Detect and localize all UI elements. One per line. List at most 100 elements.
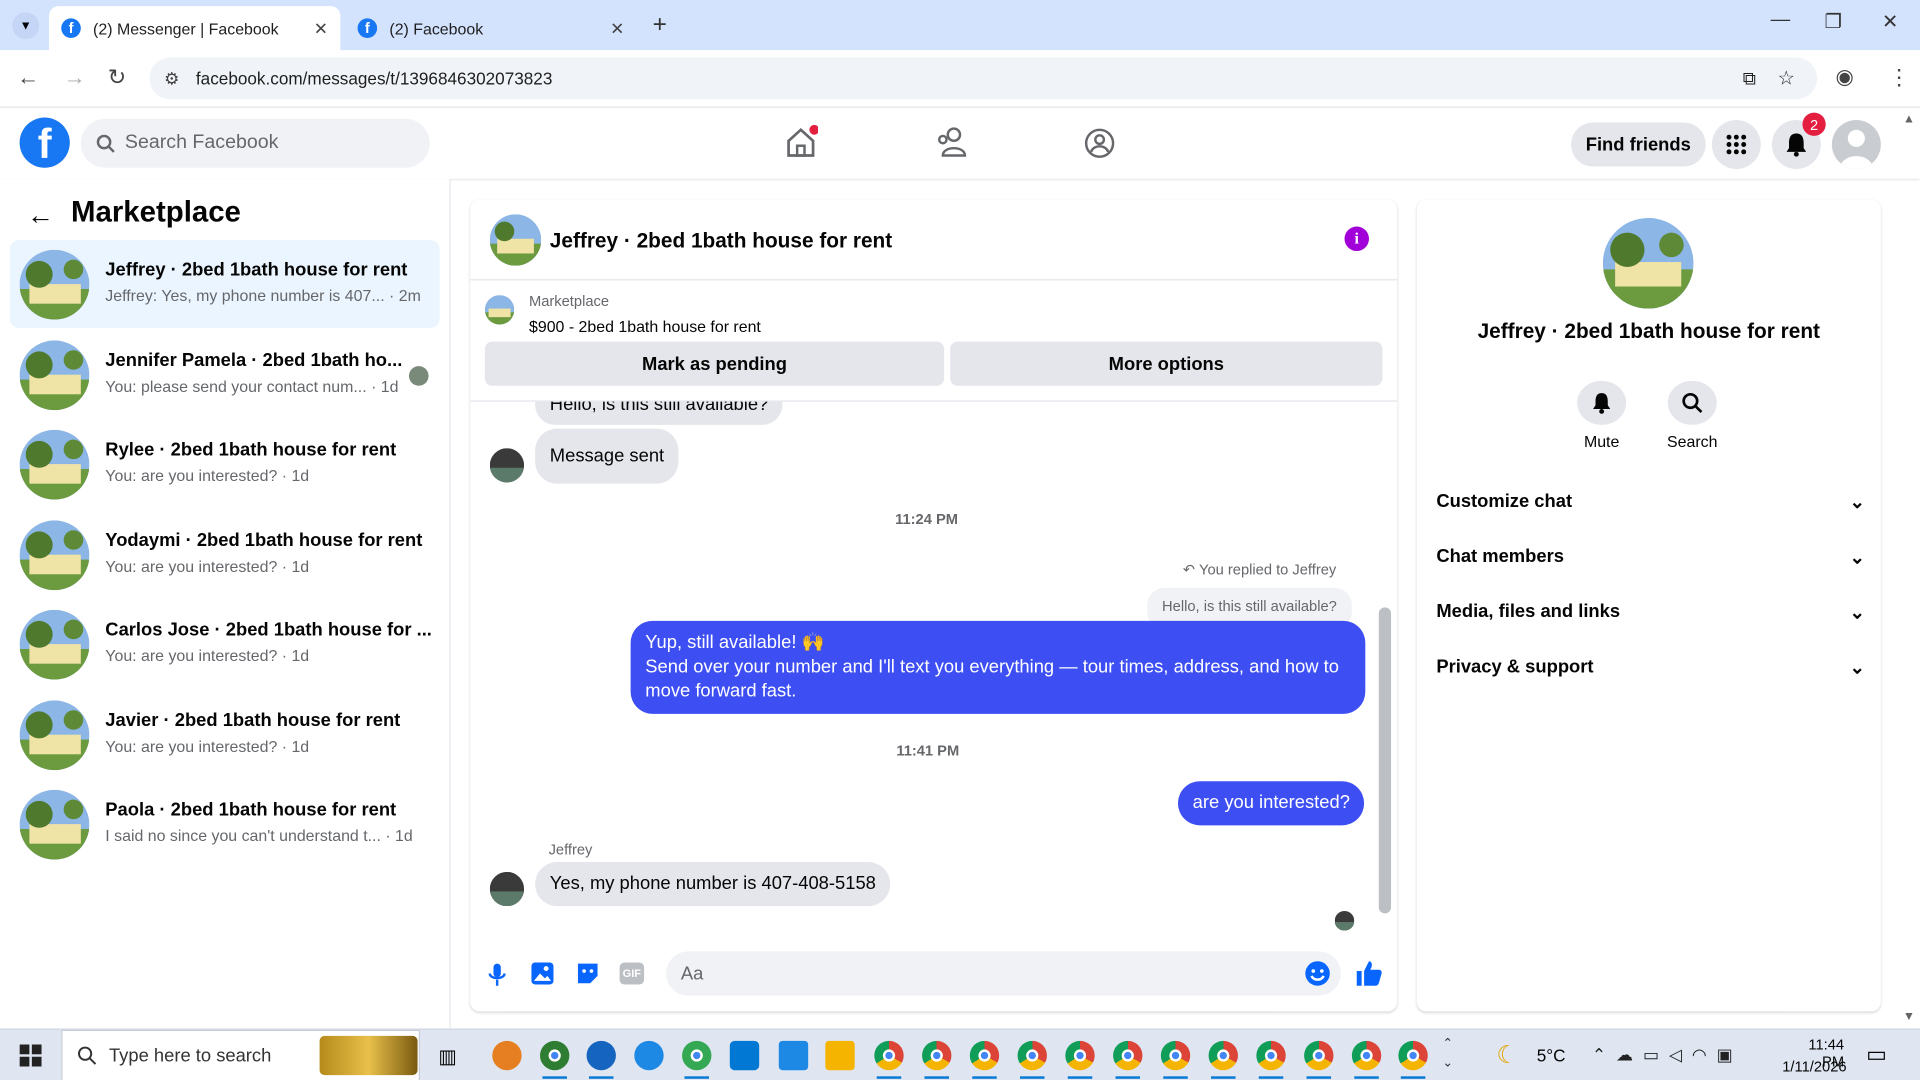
- taskbar-app-icon[interactable]: [1351, 1040, 1382, 1071]
- page-scrollbar[interactable]: ▲ ▼: [1900, 113, 1917, 1024]
- tab-facebook[interactable]: f (2) Facebook ✕: [345, 6, 636, 50]
- mute-button[interactable]: [1577, 380, 1627, 425]
- like-thumbs-up-icon[interactable]: [1354, 959, 1383, 988]
- taskbar-app-icon[interactable]: [586, 1040, 616, 1071]
- taskbar-app-icon[interactable]: [1160, 1040, 1191, 1071]
- mark-as-pending-button[interactable]: Mark as pending: [484, 341, 945, 386]
- section-privacy-support[interactable]: Privacy & support ⌄: [1436, 656, 1865, 678]
- section-chat-members[interactable]: Chat members ⌄: [1436, 546, 1865, 568]
- menu-grid-icon[interactable]: [1711, 120, 1761, 169]
- info-icon[interactable]: i: [1344, 226, 1369, 252]
- conversation-item[interactable]: Javier · 2bed 1bath house for rent You: a…: [10, 691, 440, 779]
- conversation-item[interactable]: Yodaymi · 2bed 1bath house for rent You: …: [10, 511, 440, 599]
- taskbar-app-icon[interactable]: [1304, 1040, 1334, 1071]
- taskbar-app-icon[interactable]: [540, 1040, 570, 1071]
- home-nav-icon[interactable]: [784, 124, 818, 159]
- taskbar-app-icon[interactable]: [1208, 1040, 1238, 1071]
- restore-icon[interactable]: ❐: [1825, 10, 1843, 34]
- facebook-logo-icon[interactable]: f: [19, 117, 70, 168]
- conversation-item[interactable]: Paola · 2bed 1bath house for rent I said …: [10, 780, 440, 868]
- search-placeholder: Search Facebook: [124, 132, 279, 154]
- clock-date[interactable]: 1/11/2026: [1776, 1058, 1846, 1075]
- site-info-icon[interactable]: ⚙: [164, 68, 179, 89]
- windows-taskbar: Type here to search ▥ ⌃ ⌄ ☾ 5°C ⌃☁▭◁◠▣ 11…: [0, 1028, 1920, 1080]
- taskbar-app-icon[interactable]: [729, 1040, 760, 1071]
- browser-tab-bar: ▼ f (2) Messenger | Facebook ✕ f (2) Fac…: [0, 0, 1920, 51]
- taskbar-app-icon[interactable]: [1256, 1040, 1286, 1071]
- minimize-icon[interactable]: —: [1771, 10, 1791, 32]
- new-tab-button[interactable]: +: [653, 11, 667, 39]
- weather-moon-icon[interactable]: ☾: [1496, 1040, 1518, 1071]
- thread-scrollbar[interactable]: [1378, 607, 1392, 914]
- section-customize-chat[interactable]: Customize chat ⌄: [1436, 491, 1865, 513]
- tray-icons[interactable]: ⌃☁▭◁◠▣: [1592, 1044, 1743, 1065]
- browser-menu-icon[interactable]: ⋮: [1888, 65, 1910, 91]
- taskbar-app-icon[interactable]: [969, 1040, 1000, 1071]
- reload-icon[interactable]: ↻: [108, 65, 126, 91]
- section-media-files-links[interactable]: Media, files and links ⌄: [1436, 601, 1865, 623]
- find-friends-button[interactable]: Find friends: [1571, 122, 1706, 167]
- taskbar-app-icon[interactable]: [778, 1040, 809, 1071]
- notification-center-icon[interactable]: ▭: [1866, 1042, 1887, 1068]
- contact-avatar[interactable]: [489, 871, 525, 907]
- conversation-item[interactable]: Jennifer Pamela · 2bed 1bath ho... You: p…: [10, 331, 440, 419]
- taskbar-search-box[interactable]: Type here to search: [61, 1029, 421, 1080]
- listing-thumbnail[interactable]: [484, 295, 515, 325]
- facebook-header: f Search Facebook Find friends 2: [0, 107, 1920, 179]
- taskbar-app-icon[interactable]: [874, 1040, 904, 1071]
- close-window-icon[interactable]: ✕: [1882, 10, 1898, 34]
- profile-icon[interactable]: ◉: [1836, 65, 1854, 89]
- microphone-icon[interactable]: [487, 962, 507, 986]
- conversation-name: Rylee · 2bed 1bath house for rent: [105, 439, 397, 461]
- taskbar-app-icon[interactable]: [634, 1040, 664, 1071]
- emoji-icon[interactable]: [1304, 960, 1331, 987]
- task-view-icon[interactable]: ▥: [438, 1044, 457, 1068]
- mute-label: Mute: [1583, 432, 1620, 451]
- chat-title[interactable]: Jeffrey · 2bed 1bath house for rent: [550, 229, 892, 253]
- message-line: Send over your number and I'll text you …: [645, 656, 1339, 702]
- sticker-icon[interactable]: [576, 961, 600, 985]
- message-bubble: Yes, my phone number is 407-408-5158: [535, 862, 891, 907]
- conversation-item[interactable]: Carlos Jose · 2bed 1bath house for ... Yo…: [10, 600, 440, 688]
- close-tab-icon[interactable]: ✕: [610, 18, 624, 39]
- taskbar-app-icon[interactable]: [1113, 1040, 1143, 1071]
- contact-avatar[interactable]: [489, 448, 525, 483]
- back-arrow-icon[interactable]: ←: [27, 200, 54, 232]
- conversation-item[interactable]: Rylee · 2bed 1bath house for rent You: ar…: [10, 420, 440, 508]
- search-chat-button[interactable]: [1667, 380, 1717, 425]
- install-app-icon[interactable]: ⧉: [1743, 68, 1756, 89]
- search-icon: [77, 1046, 97, 1066]
- taskbar-app-icon[interactable]: [825, 1040, 855, 1071]
- windows-start-icon[interactable]: [19, 1044, 42, 1067]
- taskbar-overflow-icon[interactable]: ⌃ ⌄: [1442, 1035, 1452, 1074]
- listing-title[interactable]: $900 - 2bed 1bath house for rent: [529, 317, 761, 335]
- url-field[interactable]: ⚙ facebook.com/messages/t/13968463020738…: [149, 57, 1818, 100]
- tab-messenger[interactable]: f (2) Messenger | Facebook ✕: [48, 6, 341, 51]
- groups-nav-icon[interactable]: [1084, 127, 1116, 159]
- taskbar-app-icon[interactable]: [492, 1040, 522, 1071]
- bookmark-star-icon[interactable]: ☆: [1778, 66, 1796, 90]
- timestamp: 11:24 PM: [895, 510, 959, 528]
- taskbar-app-icon[interactable]: [1398, 1040, 1428, 1071]
- chat-avatar[interactable]: [489, 214, 542, 266]
- taskbar-app-icon[interactable]: [1065, 1040, 1095, 1071]
- details-avatar[interactable]: [1602, 217, 1694, 309]
- message-thread: Hello, is this still available? Message …: [470, 401, 1397, 941]
- tab-list-chevron-icon[interactable]: ▼: [12, 12, 40, 40]
- forward-icon[interactable]: →: [64, 65, 86, 91]
- weather-temperature[interactable]: 5°C: [1537, 1046, 1566, 1066]
- back-icon[interactable]: ←: [17, 65, 39, 91]
- more-options-button[interactable]: More options: [950, 341, 1383, 386]
- taskbar-app-icon[interactable]: [1017, 1040, 1047, 1071]
- close-tab-icon[interactable]: ✕: [314, 18, 328, 39]
- photo-icon[interactable]: [530, 961, 554, 985]
- friends-nav-icon[interactable]: [934, 126, 968, 158]
- facebook-search-input[interactable]: Search Facebook: [80, 118, 430, 168]
- gif-icon[interactable]: GIF: [619, 962, 645, 985]
- facebook-favicon-icon: f: [357, 18, 378, 38]
- taskbar-app-icon[interactable]: [682, 1040, 712, 1071]
- account-avatar[interactable]: [1831, 120, 1881, 169]
- taskbar-app-icon[interactable]: [922, 1040, 952, 1071]
- message-input[interactable]: Aa: [666, 951, 1341, 996]
- conversation-item[interactable]: Jeffrey · 2bed 1bath house for rent Jeffr…: [9, 240, 440, 329]
